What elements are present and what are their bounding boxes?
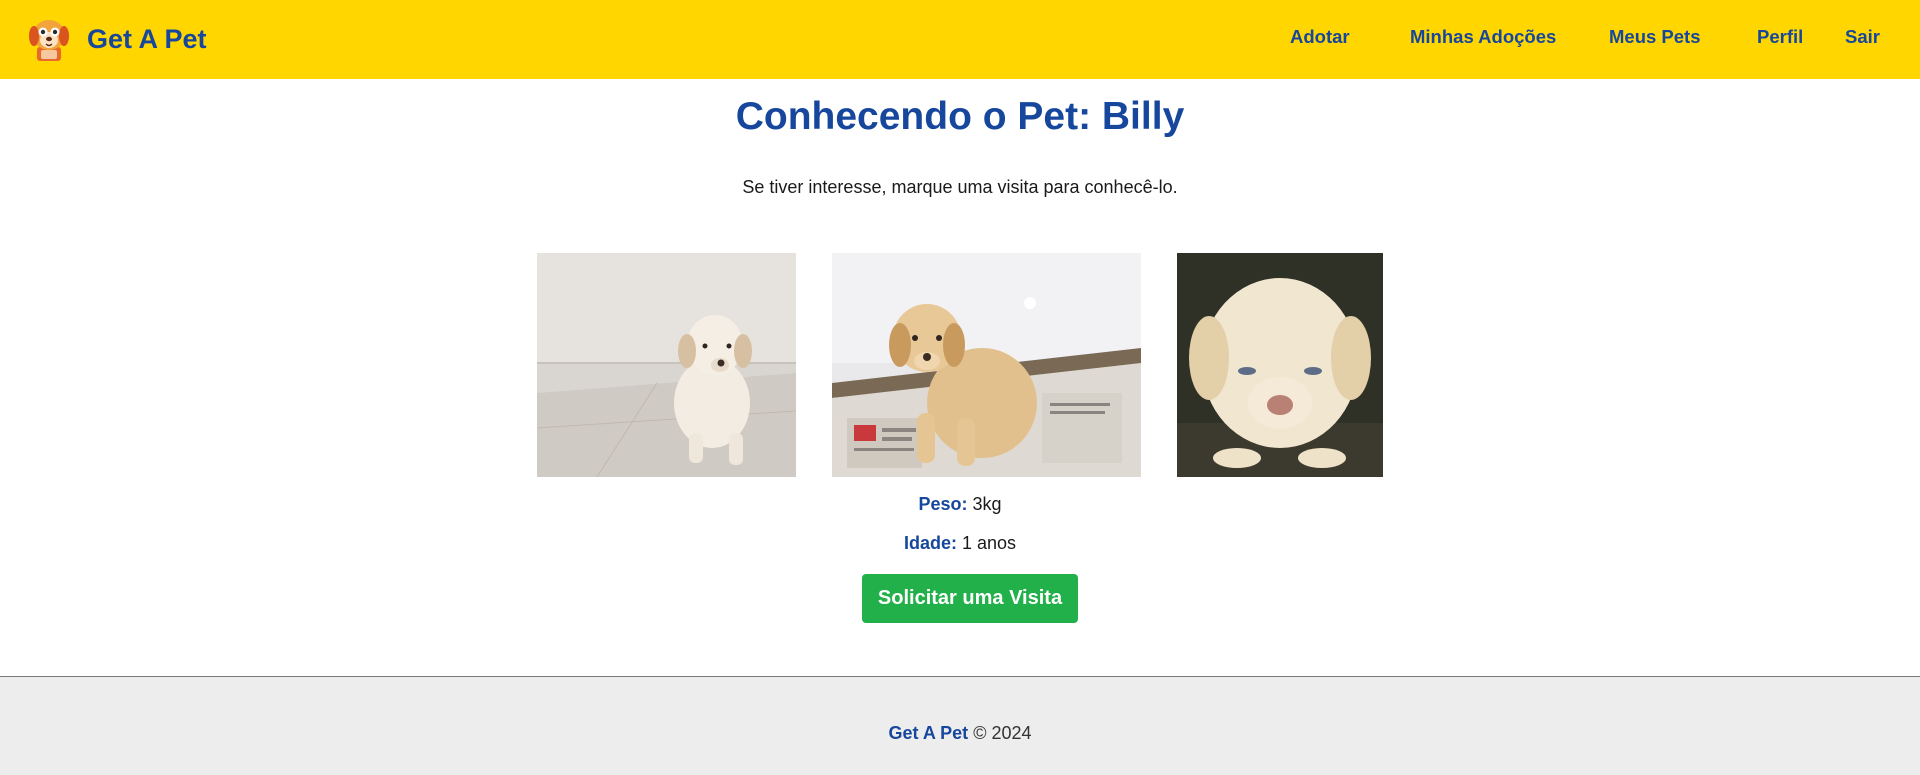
puppy-photo-2	[832, 253, 1141, 477]
pet-weight: Peso: 3kg	[0, 494, 1920, 515]
request-visit-button[interactable]: Solicitar uma Visita	[862, 574, 1078, 623]
footer-brand: Get A Pet	[888, 723, 969, 743]
nav-link-adotar[interactable]: Adotar	[1290, 26, 1350, 48]
footer: Get A Pet © 2024	[0, 676, 1920, 775]
page-title: Conhecendo o Pet: Billy	[735, 95, 1185, 138]
puppy-photo-1	[537, 253, 796, 477]
footer-copyright: © 2024	[973, 723, 1032, 743]
nav-link-perfil[interactable]: Perfil	[1757, 26, 1803, 48]
weight-label: Peso:	[918, 494, 968, 514]
nav-link-minhas-adocoes[interactable]: Minhas Adoções	[1410, 26, 1556, 48]
nav-link-sair[interactable]: Sair	[1845, 26, 1880, 48]
age-label: Idade:	[903, 533, 957, 553]
navbar: Get A Pet Adotar Minhas Adoções Meus Pet…	[0, 0, 1920, 79]
pet-details: Conhecendo o Pet: Billy Se tiver interes…	[0, 79, 1920, 676]
dog-face-icon	[29, 19, 69, 61]
puppy-photo-3	[1177, 253, 1383, 477]
page-subtitle: Se tiver interesse, marque uma visita pa…	[742, 177, 1178, 197]
pet-age: Idade: 1 anos	[0, 533, 1920, 554]
brand-link[interactable]: Get A Pet	[28, 17, 207, 63]
footer-text: Get A Pet © 2024	[0, 723, 1920, 744]
weight-value: 3kg	[972, 494, 1002, 514]
brand-name: Get A Pet	[87, 24, 207, 54]
age-value: 1 anos	[961, 533, 1017, 553]
nav-link-meus-pets[interactable]: Meus Pets	[1609, 26, 1701, 48]
